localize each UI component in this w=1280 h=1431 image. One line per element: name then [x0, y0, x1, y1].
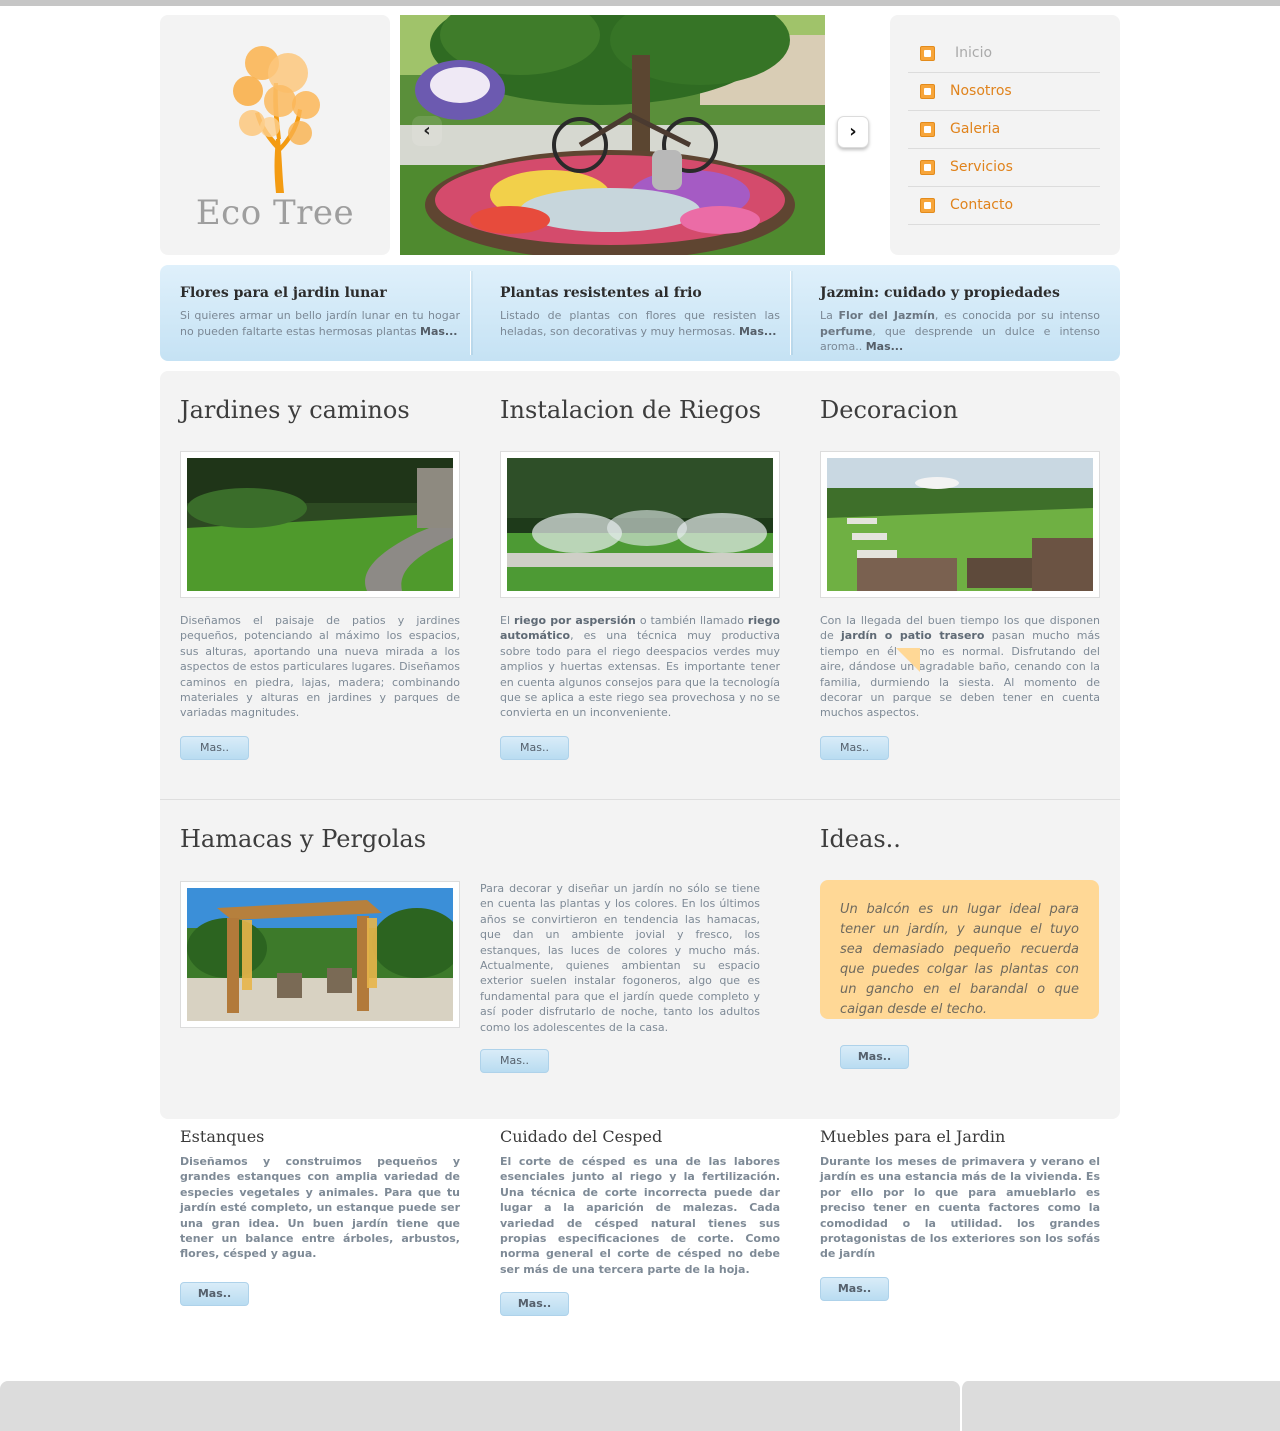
top-bar: [0, 0, 1280, 6]
photo-riegos: [500, 451, 780, 598]
about-icon: [920, 84, 935, 99]
riegos-more-button[interactable]: Mas..: [500, 736, 569, 760]
feature-text: Si quieres armar un bello jardín lunar e…: [180, 308, 460, 339]
ideas-quote: Un balcón es un lugar ideal para tener u…: [820, 880, 1099, 1019]
nav-item-label: Nosotros: [950, 83, 1012, 99]
section-text-hamacas: Para decorar y diseñar un jardín no sólo…: [480, 882, 760, 1034]
nav-item-label: Servicios: [950, 159, 1013, 175]
nav-item-galeria[interactable]: Galeria: [908, 111, 1100, 149]
photo-jardines: [180, 451, 460, 598]
feature-text-bold: perfume: [820, 324, 873, 338]
section-text-body: pasan mucho más tiempo en él como es nor…: [820, 629, 1100, 720]
tree-logo-icon: [233, 46, 320, 193]
jardines-more-button[interactable]: Mas..: [180, 736, 249, 760]
muebles-more-button[interactable]: Mas..: [820, 1277, 889, 1301]
slider-next-button[interactable]: ›: [837, 116, 869, 148]
services-icon: [920, 160, 935, 175]
feature-title[interactable]: Jazmin: cuidado y propiedades: [820, 285, 1100, 301]
nav-item-servicios[interactable]: Servicios: [908, 149, 1100, 187]
feature-item: Jazmin: cuidado y propiedades La Flor de…: [800, 265, 1120, 361]
section-text-bold: jardín o patio trasero: [841, 629, 985, 643]
section-text-jardines: Diseñamos el paisaje de patios y jardine…: [180, 614, 460, 720]
ideas-quote-tail: [896, 648, 920, 672]
feature-title[interactable]: Plantas resistentes al frio: [500, 285, 780, 301]
chevron-left-icon: ‹: [423, 120, 431, 141]
section-text-bold: riego por aspersión: [513, 614, 636, 627]
nav-item-label: Inicio: [955, 45, 993, 61]
section-divider: [160, 799, 1120, 800]
feature-text-body: , es conocida por su intenso: [934, 309, 1101, 322]
feature-more-link[interactable]: Mas...: [420, 325, 457, 338]
feature-text-body: Si quieres armar un bello jardín lunar e…: [180, 309, 460, 338]
bottom-title-cesped: Cuidado del Cesped: [500, 1127, 663, 1146]
ideas-more-button[interactable]: Mas..: [840, 1045, 909, 1069]
gallery-icon: [920, 122, 935, 137]
section-text-body: El: [500, 614, 511, 627]
section-title-riegos: Instalacion de Riegos: [500, 396, 762, 424]
feature-text: Listado de plantas con flores que resist…: [500, 308, 780, 339]
feature-separator: [470, 271, 473, 355]
section-text-riegos: El riego por aspersión o también llamado…: [500, 613, 780, 721]
nav-item-label: Contacto: [950, 197, 1014, 213]
nav-item-contacto[interactable]: Contacto: [908, 187, 1100, 225]
section-title-ideas: Ideas..: [820, 825, 901, 853]
bottom-text-cesped: El corte de césped es una de las labores…: [500, 1155, 780, 1276]
cesped-more-button[interactable]: Mas..: [500, 1292, 569, 1316]
estanques-more-button[interactable]: Mas..: [180, 1282, 249, 1306]
feature-text-body: La: [820, 309, 833, 322]
feature-text: La Flor del Jazmín, es conocida por su i…: [820, 308, 1100, 355]
feature-more-link[interactable]: Mas...: [866, 340, 903, 353]
mail-icon: [920, 198, 935, 213]
bottom-title-muebles: Muebles para el Jardin: [820, 1127, 1006, 1146]
feature-text-bold: Flor del Jazmín: [838, 309, 935, 322]
nav-item-nosotros[interactable]: Nosotros: [908, 73, 1100, 111]
footer-left: [0, 1381, 960, 1431]
main-navigation: Inicio Nosotros Galeria Servicios Contac…: [890, 15, 1120, 255]
feature-more-link[interactable]: Mas...: [739, 325, 776, 338]
footer-right: [960, 1381, 1280, 1431]
logo-text: Eco Tree: [195, 193, 355, 233]
section-text-decoracion: Con la llegada del buen tiempo los que d…: [820, 613, 1100, 721]
feature-title[interactable]: Flores para el jardin lunar: [180, 285, 460, 301]
section-title-decoracion: Decoracion: [820, 396, 959, 424]
features-bar: Flores para el jardin lunar Si quieres a…: [160, 265, 1120, 361]
photo-decoracion: [820, 451, 1100, 598]
home-icon: [920, 46, 935, 61]
feature-separator: [790, 271, 793, 355]
logo[interactable]: Eco Tree: [160, 15, 390, 255]
feature-item: Plantas resistentes al frio Listado de p…: [480, 265, 800, 361]
bottom-title-estanques: Estanques: [180, 1127, 265, 1146]
section-text-body: o también llamado: [639, 614, 744, 627]
bottom-text-estanques: Diseñamos y construimos pequeños y grand…: [180, 1155, 460, 1261]
nav-item-label: Galeria: [950, 121, 1001, 137]
hero-slider-image: [400, 15, 825, 255]
bottom-text-muebles: Durante los meses de primavera y verano …: [820, 1155, 1100, 1261]
hamacas-more-button[interactable]: Mas..: [480, 1049, 549, 1073]
section-title-jardines: Jardines y caminos: [180, 396, 410, 424]
section-text-body: , es una técnica muy productiva sobre to…: [500, 629, 780, 720]
section-title-hamacas: Hamacas y Pergolas: [180, 825, 427, 853]
nav-item-inicio[interactable]: Inicio: [908, 35, 1100, 73]
feature-item: Flores para el jardin lunar Si quieres a…: [160, 265, 480, 361]
photo-hamacas: [180, 881, 460, 1028]
chevron-right-icon: ›: [849, 121, 857, 142]
decoracion-more-button[interactable]: Mas..: [820, 736, 889, 760]
slider-prev-button[interactable]: ‹: [412, 116, 442, 146]
main-content: Jardines y caminos Diseñamos el paisaje …: [160, 371, 1120, 1119]
